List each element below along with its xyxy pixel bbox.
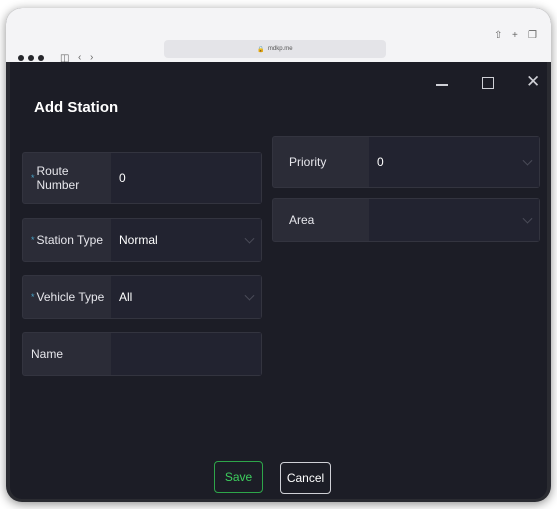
name-field: Name [22,332,262,376]
required-marker: * [31,173,35,183]
name-label-text: Name [31,347,64,361]
route-label-line1: Route [36,164,69,178]
vehicle-type-label: * Vehicle Type [23,276,111,318]
route-number-input[interactable]: 0 [111,153,261,203]
vehicle-type-label-text: Vehicle Type [36,290,105,304]
priority-label: Priority [273,137,369,187]
minimize-icon[interactable] [436,84,448,86]
chevron-down-icon [522,155,533,166]
dot [38,55,44,61]
priority-input[interactable]: 0 [369,137,539,187]
priority-label-text: Priority [289,155,327,169]
name-input[interactable] [111,333,261,375]
chevron-down-icon [244,233,255,244]
vehicle-type-select[interactable]: All [111,276,261,318]
priority-field: Priority 0 [272,136,540,188]
route-number-label: * Route Number [23,153,111,203]
station-type-label-text: Station Type [36,233,104,247]
browser-toolbar: ◫ ‹ › 🔒 mdkp.me ⇧ + ❐ [6,8,551,64]
area-field: Area [272,198,540,242]
plus-icon[interactable]: + [512,31,518,41]
window-dots[interactable] [18,55,44,61]
dot [18,55,24,61]
station-type-select[interactable]: Normal [111,219,261,261]
tabs-icon[interactable]: ❐ [528,31,537,41]
close-icon[interactable]: ✕ [526,73,540,90]
device-frame: ◫ ‹ › 🔒 mdkp.me ⇧ + ❐ Add Station ✕ * Ro… [6,8,551,502]
area-label-text: Area [289,213,315,227]
area-label: Area [273,199,369,241]
required-marker: * [31,235,35,245]
name-label: Name [23,333,111,375]
chevron-down-icon [522,213,533,224]
address-bar[interactable]: 🔒 mdkp.me [164,40,386,58]
dot [28,55,34,61]
maximize-icon[interactable] [482,77,494,89]
cancel-button[interactable]: Cancel [280,462,331,494]
route-number-field: * Route Number 0 [22,152,262,204]
share-icon[interactable]: ⇧ [494,31,502,41]
dialog-title: Add Station [34,99,119,116]
vehicle-type-value: All [119,290,133,304]
priority-value: 0 [377,155,384,169]
lock-icon: 🔒 [257,46,265,53]
station-type-value: Normal [119,233,158,247]
chevron-down-icon [244,290,255,301]
route-label-line2: Number [36,178,80,192]
save-button[interactable]: Save [214,461,263,493]
url-text: mdkp.me [267,46,293,52]
route-number-value: 0 [119,171,126,185]
required-marker: * [31,292,35,302]
station-type-label: * Station Type [23,219,111,261]
station-type-field: * Station Type Normal [22,218,262,262]
vehicle-type-field: * Vehicle Type All [22,275,262,319]
area-select[interactable] [369,199,539,241]
add-station-dialog: Add Station ✕ * Route Number 0 * Station… [10,62,547,499]
